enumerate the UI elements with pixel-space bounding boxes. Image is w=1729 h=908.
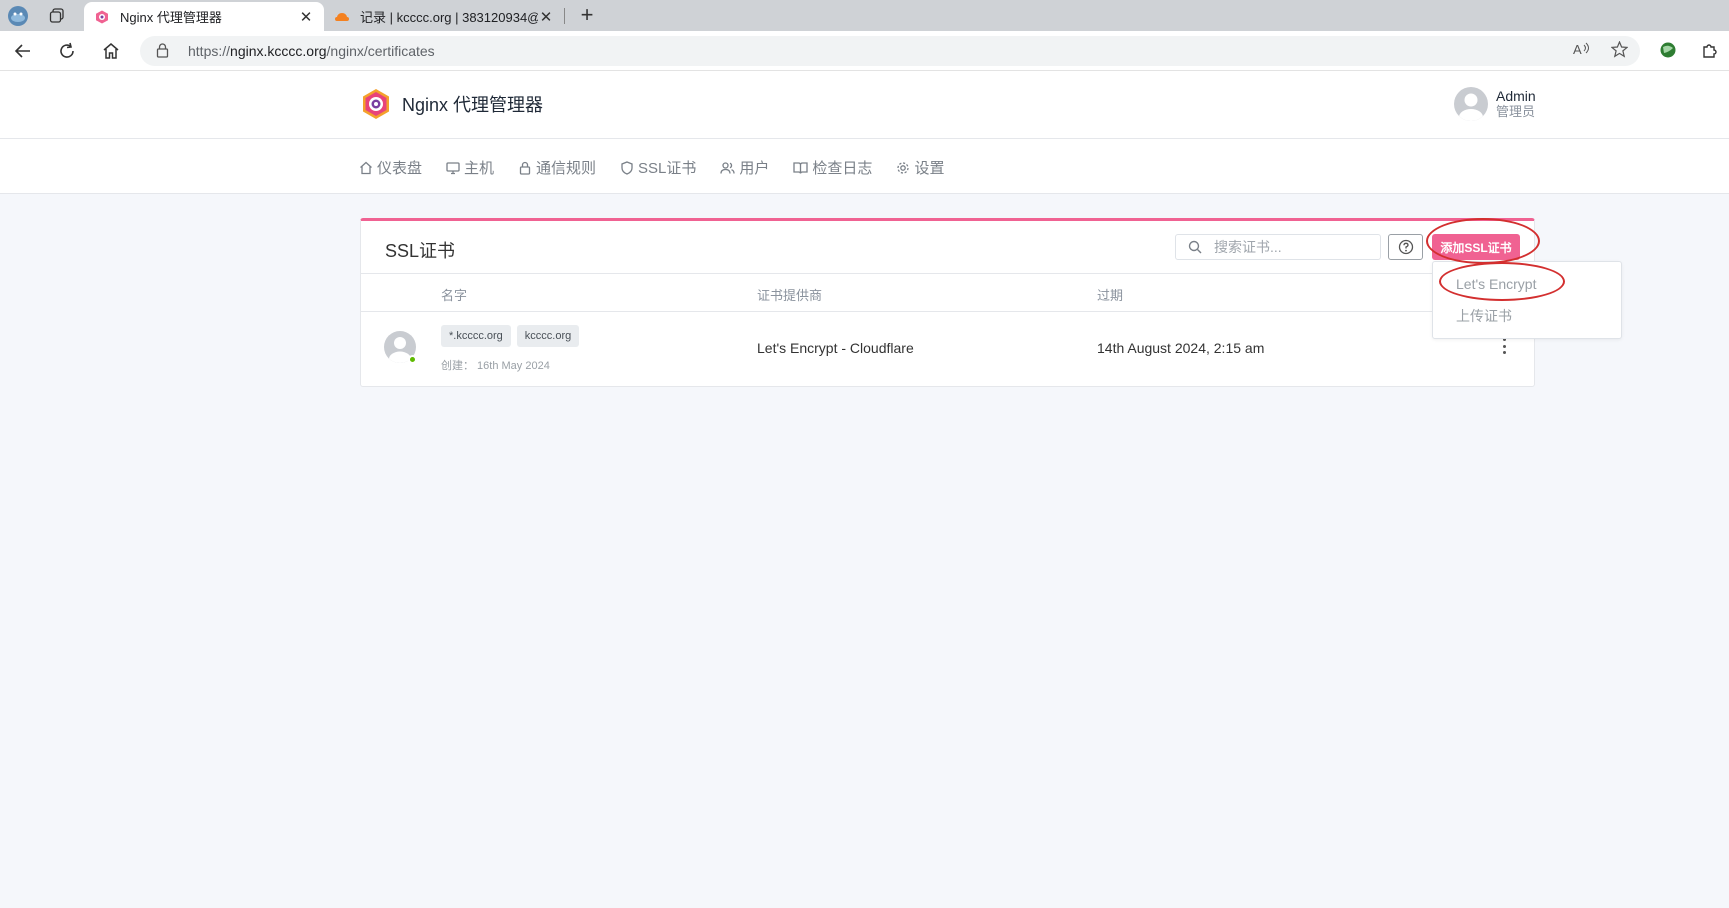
add-certificate-dropdown: Let's Encrypt 上传证书 — [1432, 261, 1622, 339]
certificate-provider: Let's Encrypt - Cloudflare — [757, 340, 914, 356]
lock-icon — [519, 161, 531, 175]
extensions-puzzle-icon[interactable] — [1701, 41, 1719, 64]
book-icon — [793, 161, 809, 174]
brand[interactable]: Nginx 代理管理器 — [360, 88, 543, 120]
ssl-certificates-card: SSL证书 添加SSL证书 名字 证书提供商 过期 *.kcccc.org kc… — [360, 218, 1535, 387]
domain-tag[interactable]: *.kcccc.org — [441, 325, 511, 347]
back-icon[interactable] — [8, 37, 38, 65]
users-icon — [720, 161, 736, 174]
url-text[interactable]: https://nginx.kcccc.org/nginx/certificat… — [188, 43, 435, 59]
table-row: *.kcccc.org kcccc.org 创建： 16th May 2024 … — [361, 312, 1534, 387]
search-input[interactable] — [1214, 238, 1374, 256]
page-title: SSL证书 — [385, 241, 456, 261]
nav-label: 仪表盘 — [377, 160, 423, 177]
add-ssl-certificate-button[interactable]: 添加SSL证书 — [1432, 234, 1520, 260]
shield-icon — [621, 160, 633, 175]
search-box[interactable] — [1175, 234, 1381, 260]
column-header-name: 名字 — [441, 288, 468, 303]
browser-profile-icon[interactable] — [4, 4, 32, 28]
avatar — [1454, 87, 1488, 121]
lock-icon[interactable] — [156, 43, 169, 63]
read-aloud-icon[interactable]: A — [1573, 41, 1591, 62]
tab-separator — [564, 8, 565, 24]
favorite-star-icon[interactable] — [1610, 40, 1629, 62]
close-tab-icon[interactable]: ✕ — [538, 8, 554, 26]
browser-tab-bar: Nginx 代理管理器 ✕ 记录 | kcccc.org | 383120934… — [0, 0, 1729, 31]
address-bar[interactable]: https://nginx.kcccc.org/nginx/certificat… — [140, 36, 1640, 66]
user-menu[interactable]: Admin 管理员 — [1454, 87, 1536, 121]
cloudflare-favicon-icon — [334, 9, 350, 25]
search-icon — [1188, 240, 1202, 254]
nav-label: 设置 — [914, 160, 945, 177]
created-date: 创建： 16th May 2024 — [441, 360, 550, 372]
column-header-provider: 证书提供商 — [757, 288, 823, 303]
card-header: SSL证书 添加SSL证书 — [361, 221, 1534, 274]
main-nav: 仪表盘 主机 通信规则 SSL证书 用户 检查日志 设置 — [0, 139, 1729, 194]
brand-name: Nginx 代理管理器 — [402, 95, 544, 115]
nginx-logo-icon — [363, 89, 389, 119]
nav-dashboard[interactable]: 仪表盘 — [359, 157, 422, 178]
nav-label: 用户 — [739, 160, 770, 177]
url-prefix: https:// — [188, 43, 231, 59]
domain-tag[interactable]: kcccc.org — [516, 325, 580, 347]
browser-toolbar: https://nginx.kcccc.org/nginx/certificat… — [0, 31, 1729, 71]
help-button[interactable] — [1388, 234, 1423, 260]
expiry-date: 14th August 2024, 2:15 am — [1097, 340, 1265, 356]
table-header: 名字 证书提供商 过期 — [361, 274, 1534, 312]
nav-label: 检查日志 — [812, 160, 873, 177]
help-icon — [1398, 239, 1413, 255]
url-host: nginx.kcccc.org — [230, 43, 327, 59]
tab-nginx-manager[interactable]: Nginx 代理管理器 ✕ — [84, 2, 324, 31]
svg-text:A: A — [1573, 42, 1582, 57]
url-path: /nginx/certificates — [326, 43, 435, 59]
user-name: Admin — [1496, 88, 1536, 104]
app-header: Nginx 代理管理器 Admin 管理员 — [0, 71, 1729, 139]
tab-cloudflare-records[interactable]: 记录 | kcccc.org | 383120934@qq ✕ — [324, 2, 564, 31]
status-online-indicator — [408, 355, 417, 364]
row-actions-menu-icon[interactable] — [1501, 338, 1507, 354]
nav-access-lists[interactable]: 通信规则 — [518, 157, 596, 178]
nav-users[interactable]: 用户 — [720, 157, 769, 178]
column-header-expires: 过期 — [1097, 288, 1124, 303]
gear-icon — [897, 161, 910, 174]
home-icon[interactable] — [96, 37, 126, 65]
workspaces-icon[interactable] — [43, 4, 71, 28]
nav-audit-log[interactable]: 检查日志 — [793, 157, 872, 178]
nav-hosts[interactable]: 主机 — [446, 157, 494, 178]
nav-label: SSL证书 — [638, 160, 697, 177]
user-role: 管理员 — [1496, 104, 1536, 119]
domain-tags: *.kcccc.org kcccc.org — [441, 325, 580, 347]
new-tab-button[interactable]: + — [574, 3, 600, 29]
tab-title: Nginx 代理管理器 — [120, 10, 222, 25]
reload-icon[interactable] — [52, 37, 82, 65]
nginx-favicon-icon — [94, 9, 110, 25]
nav-settings[interactable]: 设置 — [896, 157, 944, 178]
menu-item-upload-certificate[interactable]: 上传证书 — [1456, 306, 1512, 326]
nav-ssl-certificates[interactable]: SSL证书 — [620, 157, 696, 178]
monitor-icon — [446, 161, 460, 174]
nav-label: 通信规则 — [536, 160, 597, 177]
menu-item-lets-encrypt[interactable]: Let's Encrypt — [1456, 276, 1537, 292]
tab-title: 记录 | kcccc.org | 383120934@qq — [360, 10, 538, 25]
close-tab-icon[interactable]: ✕ — [298, 8, 314, 26]
nav-label: 主机 — [464, 160, 495, 177]
home-icon — [360, 161, 372, 174]
extension-icon[interactable] — [1659, 41, 1677, 64]
